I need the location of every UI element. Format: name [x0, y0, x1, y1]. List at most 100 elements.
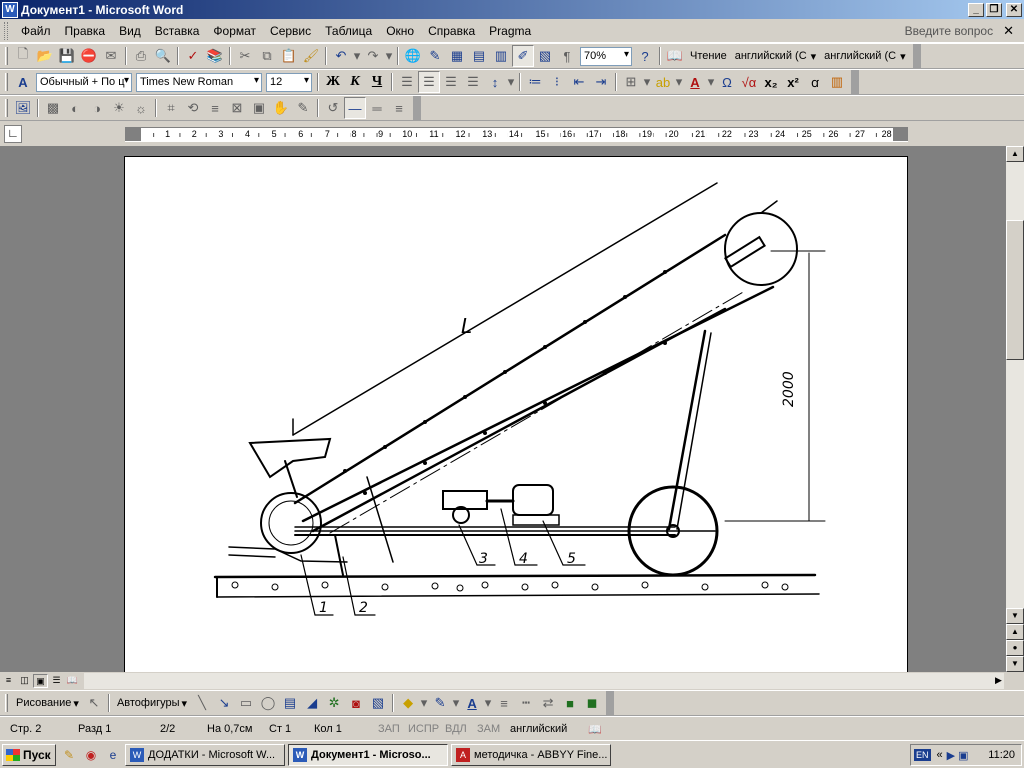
- task-abbyy-finereader[interactable]: A методичка - ABBYY Fine...: [451, 743, 611, 766]
- styles-icon[interactable]: A: [12, 71, 34, 93]
- less-contrast-icon[interactable]: ◑: [86, 97, 108, 119]
- font-color-dropdown-icon[interactable]: ▾: [483, 692, 493, 714]
- task-document1-word[interactable]: W Документ1 - Microso...: [288, 743, 448, 766]
- restore-button[interactable]: ❐: [986, 2, 1002, 17]
- status-rec[interactable]: ЗАП: [378, 723, 400, 735]
- redo-icon[interactable]: ↷: [362, 45, 384, 67]
- menu-format[interactable]: Формат: [206, 20, 263, 42]
- reading-view-icon[interactable]: 📖: [65, 674, 80, 688]
- word-app-icon[interactable]: W: [2, 1, 18, 18]
- arrow-tool-icon[interactable]: ↘: [213, 692, 235, 714]
- clipart-icon[interactable]: ◙: [345, 692, 367, 714]
- text-wrap-icon[interactable]: ▣: [248, 97, 270, 119]
- toolbar-grip[interactable]: [5, 73, 8, 91]
- scroll-thumb[interactable]: [1006, 220, 1024, 360]
- equation-icon[interactable]: √α: [738, 71, 760, 93]
- menu-tools[interactable]: Сервис: [263, 20, 318, 42]
- toolbar-grip[interactable]: [5, 99, 8, 117]
- normal-view-icon[interactable]: ≡: [1, 674, 16, 688]
- chart-icon[interactable]: ▥: [826, 71, 848, 93]
- title-bar[interactable]: W Документ1 - Microsoft Word _ ❐ ✕: [0, 0, 1024, 19]
- fill-dropdown-icon[interactable]: ▾: [419, 692, 429, 714]
- browse-object-icon[interactable]: ●: [1006, 640, 1024, 656]
- new-document-icon[interactable]: 🗋: [12, 45, 34, 67]
- line-color-dropdown-icon[interactable]: ▾: [451, 692, 461, 714]
- horizontal-ruler[interactable]: 1 2 3 4 5 6 7 8 9 10 11 12 13 14 15 16 17 18 19 20 21 22 23 24 2…: [125, 127, 908, 142]
- menu-file[interactable]: Файл: [14, 20, 58, 42]
- font-color-icon[interactable]: A: [684, 71, 706, 93]
- line-style-icon[interactable]: ≡: [493, 692, 515, 714]
- language-select-2[interactable]: английский (С: [824, 50, 896, 62]
- select-objects-icon[interactable]: ↖: [83, 692, 105, 714]
- document-close-icon[interactable]: ✕: [1003, 23, 1014, 39]
- media-player-icon[interactable]: ▶: [947, 749, 955, 762]
- picture-icon[interactable]: ▧: [367, 692, 389, 714]
- borders-icon[interactable]: ⊞: [620, 71, 642, 93]
- status-overtype[interactable]: ЗАМ: [477, 723, 500, 735]
- menu-edit[interactable]: Правка: [58, 20, 113, 42]
- bullets-icon[interactable]: ⁝: [546, 71, 568, 93]
- scroll-down-icon[interactable]: ▼: [1006, 608, 1024, 624]
- arrow-style-icon[interactable]: ⇄: [537, 692, 559, 714]
- numbering-icon[interactable]: ≔: [524, 71, 546, 93]
- zoom-select[interactable]: 70%: [580, 46, 632, 66]
- menu-table[interactable]: Таблица: [318, 20, 379, 42]
- rotate-icon[interactable]: ⟲: [182, 97, 204, 119]
- menu-grip[interactable]: [4, 21, 8, 40]
- print-icon[interactable]: ⎙: [130, 45, 152, 67]
- oval-tool-icon[interactable]: ◯: [257, 692, 279, 714]
- diagram-icon[interactable]: ✲: [323, 692, 345, 714]
- line-color-icon[interactable]: ✎: [429, 692, 451, 714]
- quicklaunch-editor-icon[interactable]: ✎: [60, 746, 78, 764]
- research-icon[interactable]: 📚: [204, 45, 226, 67]
- subscript-icon[interactable]: x₂: [760, 71, 782, 93]
- font-color-dropdown-icon[interactable]: ▾: [706, 71, 716, 93]
- superscript-icon[interactable]: x²: [782, 71, 804, 93]
- drawing-toggle-icon[interactable]: ✐: [512, 45, 534, 67]
- line-triple-icon[interactable]: ≡: [388, 97, 410, 119]
- set-transparent-icon[interactable]: ✎: [292, 97, 314, 119]
- spelling-icon[interactable]: ✓: [182, 45, 204, 67]
- tables-borders-icon[interactable]: ✎: [424, 45, 446, 67]
- next-page-icon[interactable]: ▼: [1006, 656, 1024, 672]
- toolbar-options-icon[interactable]: [413, 96, 421, 120]
- horizontal-scrollbar[interactable]: [84, 673, 1004, 689]
- line-spacing-icon[interactable]: ↕: [484, 71, 506, 93]
- highlight-icon[interactable]: ab: [652, 71, 674, 93]
- scroll-up-icon[interactable]: ▲: [1006, 146, 1024, 162]
- line-style-icon[interactable]: ≡: [204, 97, 226, 119]
- justify-icon[interactable]: ☰: [462, 71, 484, 93]
- chevron-down-icon[interactable]: ▾: [811, 50, 817, 63]
- document-page[interactable]: L 2000 1 2 3 4 5: [124, 156, 908, 672]
- dash-style-icon[interactable]: ┅: [515, 692, 537, 714]
- wordart-icon[interactable]: ◢: [301, 692, 323, 714]
- document-map-icon[interactable]: ▧: [534, 45, 556, 67]
- minimize-button[interactable]: _: [968, 2, 984, 17]
- italic-button[interactable]: К: [344, 71, 366, 93]
- menu-view[interactable]: Вид: [112, 20, 148, 42]
- email-icon[interactable]: ✉: [100, 45, 122, 67]
- underline-button[interactable]: Ч: [366, 71, 388, 93]
- print-layout-icon[interactable]: ▣: [33, 674, 48, 688]
- columns-icon[interactable]: ▥: [490, 45, 512, 67]
- line-tool-icon[interactable]: ╲: [191, 692, 213, 714]
- start-button[interactable]: Пуск: [2, 743, 56, 766]
- insert-picture-icon[interactable]: 🖼: [12, 97, 34, 119]
- menu-pragma[interactable]: Pragma: [482, 20, 538, 42]
- rectangle-tool-icon[interactable]: ▭: [235, 692, 257, 714]
- bold-button[interactable]: Ж: [322, 71, 344, 93]
- shadow-icon[interactable]: ■: [559, 692, 581, 714]
- toolbar-options-icon[interactable]: [912, 44, 921, 68]
- align-center-icon[interactable]: ☰: [418, 71, 440, 93]
- help-icon[interactable]: ?: [634, 45, 656, 67]
- crop-icon[interactable]: ⌗: [160, 97, 182, 119]
- compress-icon[interactable]: ⊠: [226, 97, 248, 119]
- menu-window[interactable]: Окно: [379, 20, 421, 42]
- insert-excel-icon[interactable]: ▤: [468, 45, 490, 67]
- special-chars-icon[interactable]: ꭤ: [804, 71, 826, 93]
- font-size-select[interactable]: 12: [266, 72, 312, 92]
- draw-menu-button[interactable]: Рисование: [16, 697, 71, 709]
- quicklaunch-browser-icon[interactable]: ◉: [82, 746, 100, 764]
- more-contrast-icon[interactable]: ◐: [64, 97, 86, 119]
- font-color-icon[interactable]: A: [461, 692, 483, 714]
